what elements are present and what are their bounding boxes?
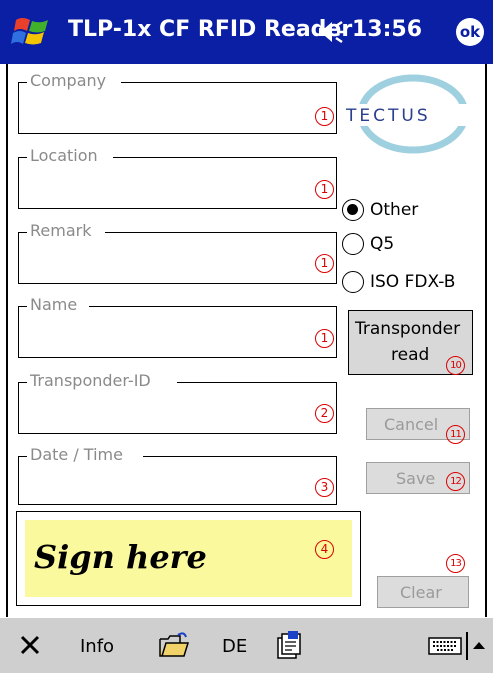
radio-indicator[interactable]: [342, 233, 364, 255]
name-label: Name: [27, 296, 81, 314]
close-x-icon[interactable]: [18, 633, 42, 657]
cancel-label: Cancel: [384, 415, 439, 434]
clock-time[interactable]: 13:56: [352, 17, 422, 42]
marker-4: 4: [315, 540, 334, 559]
radio-indicator[interactable]: [342, 271, 364, 293]
transponder-id-label: Transponder-ID: [27, 372, 154, 390]
folder-open-icon[interactable]: [158, 631, 190, 659]
remark-label: Remark: [27, 222, 95, 240]
keyboard-icon[interactable]: [428, 637, 462, 655]
app-title: TLP-1x CF RFID Reader: [68, 17, 353, 42]
date-time-label: Date / Time: [27, 446, 126, 464]
radio-iso-fdx-b-label: ISO FDX-B: [370, 272, 456, 292]
radio-other-label: Other: [370, 200, 419, 220]
transponder-read-label-line1: Transponder: [355, 319, 461, 339]
taskbar: Info DE: [0, 617, 493, 673]
company-label: Company: [27, 72, 110, 90]
radio-other[interactable]: Other: [342, 199, 418, 221]
marker-3: 3: [315, 478, 334, 497]
date-time-field[interactable]: Date / Time: [18, 446, 337, 505]
settings-doc-icon[interactable]: [274, 630, 302, 660]
marker-12: 12: [446, 472, 465, 491]
save-label: Save: [396, 469, 436, 488]
radio-selected-indicator[interactable]: [342, 199, 364, 221]
radio-iso-fdx-b[interactable]: ISO FDX-B: [342, 271, 455, 293]
company-field[interactable]: Company: [18, 72, 337, 134]
title-bar: TLP-1x CF RFID Reader 13:56 ok: [0, 0, 493, 64]
marker-1: 1: [315, 254, 334, 273]
transponder-id-field[interactable]: Transponder-ID: [18, 372, 337, 434]
ok-button[interactable]: ok: [456, 18, 484, 46]
location-label: Location: [27, 147, 101, 165]
marker-13: 13: [446, 554, 465, 573]
remark-field[interactable]: Remark: [18, 222, 337, 284]
windows-flag-icon[interactable]: [10, 12, 54, 52]
marker-10: 10: [446, 356, 465, 375]
marker-1: 1: [315, 329, 334, 348]
clear-label: Clear: [400, 583, 442, 602]
speaker-icon[interactable]: [316, 18, 350, 46]
radio-q5[interactable]: Q5: [342, 233, 394, 255]
language-menu[interactable]: DE: [222, 618, 247, 674]
marker-1: 1: [315, 180, 334, 199]
input-divider: [466, 632, 468, 660]
radio-q5-label: Q5: [370, 234, 395, 254]
tectus-logo-text: TECTUS: [346, 106, 431, 126]
sign-here-text: Sign here: [34, 538, 207, 576]
arrow-up-icon[interactable]: [472, 640, 486, 650]
marker-2: 2: [315, 404, 334, 423]
marker-1: 1: [315, 107, 334, 126]
app-window: TLP-1x CF RFID Reader 13:56 ok TECTUS Co…: [0, 0, 493, 673]
location-field[interactable]: Location: [18, 147, 337, 209]
clear-button[interactable]: Clear: [377, 576, 469, 608]
marker-11: 11: [446, 425, 465, 444]
transponder-read-label-line2: read: [391, 345, 430, 365]
name-field[interactable]: Name: [18, 296, 337, 358]
info-menu[interactable]: Info: [80, 618, 114, 674]
